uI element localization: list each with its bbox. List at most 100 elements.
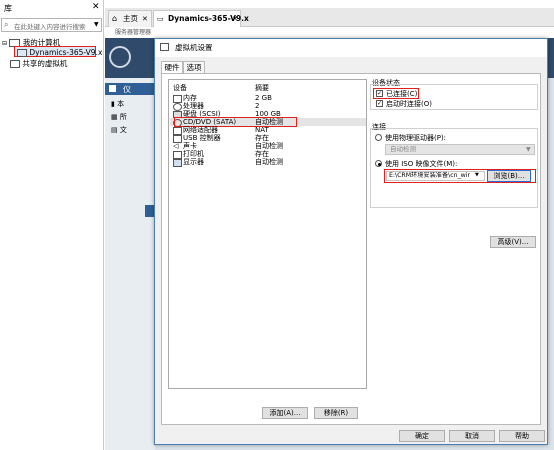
- vm-icon: [17, 49, 27, 57]
- tab-label: 选项: [186, 63, 202, 72]
- device-list: 设备 摘要 内存 2 GB 处理器 2 硬盘 (SCSI) 100 GB CD/…: [168, 79, 367, 389]
- expand-icon[interactable]: ⊟: [2, 40, 7, 47]
- close-icon[interactable]: ✕: [142, 11, 148, 27]
- side-item-active[interactable]: 仪: [105, 83, 155, 95]
- device-row[interactable]: USB 控制器 存在: [170, 134, 366, 143]
- tree-item-shared-vms[interactable]: 共享的虚拟机: [10, 58, 67, 69]
- search-icon: ⌕: [4, 20, 9, 29]
- device-summary: 自动检测: [255, 142, 283, 150]
- device-summary: 存在: [255, 134, 269, 142]
- device-row[interactable]: 打印机 存在: [170, 150, 366, 159]
- dialog-title: 虚拟机设置: [175, 43, 213, 52]
- device-name: 打印机: [183, 150, 204, 158]
- library-header: 库 ✕: [0, 0, 104, 17]
- tree-label: 共享的虚拟机: [22, 59, 68, 68]
- ok-button[interactable]: 确定: [399, 430, 445, 442]
- device-row[interactable]: ◁ 声卡 自动检测: [170, 142, 366, 150]
- column-header-summary: 摘要: [255, 84, 269, 92]
- close-icon[interactable]: ✕: [232, 11, 238, 27]
- library-search-input[interactable]: ⌕ 在此处键入内容进行搜索 ▼: [1, 18, 102, 32]
- cancel-button[interactable]: 取消: [449, 430, 495, 442]
- physical-drive-value: 自动检测: [390, 145, 416, 153]
- home-icon: ⌂: [112, 14, 118, 23]
- device-row[interactable]: 处理器 2: [170, 102, 366, 111]
- iso-image-radio[interactable]: [375, 160, 382, 167]
- library-title: 库: [4, 4, 12, 13]
- tab-label: 硬件: [164, 63, 180, 72]
- vm-banner: 服务器管理器: [105, 28, 554, 38]
- iso-path-input[interactable]: E:\CRM环境安装准备\cn_wir: [386, 171, 485, 181]
- back-arrow-icon[interactable]: [109, 46, 131, 68]
- chevron-down-icon: ▼: [526, 146, 531, 153]
- side-item[interactable]: ▤ 文: [111, 125, 127, 135]
- chevron-down-icon[interactable]: ▼: [475, 172, 479, 178]
- device-name: 显示器: [183, 158, 204, 166]
- search-placeholder: 在此处键入内容进行搜索: [14, 23, 86, 31]
- device-summary: 2: [255, 102, 260, 110]
- hardware-panel: 设备 摘要 内存 2 GB 处理器 2 硬盘 (SCSI) 100 GB CD/…: [161, 73, 541, 425]
- vm-settings-dialog: 虚拟机设置 硬件 选项 设备 摘要 内存 2 GB 处理器 2 硬盘 (SCSI…: [154, 38, 548, 445]
- button-label: 浏览(B)...: [493, 172, 525, 180]
- button-label: 确定: [415, 432, 429, 440]
- side-item-label: 所: [119, 113, 127, 121]
- button-label: 取消: [465, 432, 479, 440]
- device-row[interactable]: 显示器 自动检测: [170, 158, 366, 167]
- connection-group: 使用物理驱动器(P): 自动检测 ▼ 使用 ISO 映像文件(M): E:\CR…: [370, 128, 538, 208]
- dialog-titlebar: 虚拟机设置: [155, 39, 547, 57]
- device-summary: 存在: [255, 150, 269, 158]
- device-status-group: ✓ 已连接(C) ✓ 启动时连接(O): [370, 84, 538, 110]
- device-name: 网络适配器: [183, 126, 218, 134]
- device-summary: 2 GB: [255, 94, 272, 102]
- device-list-header: 设备 摘要: [170, 84, 366, 92]
- add-device-button[interactable]: 添加(A)...: [262, 407, 308, 419]
- device-row[interactable]: 网络适配器 NAT: [170, 126, 366, 135]
- device-summary: NAT: [255, 126, 269, 134]
- side-item[interactable]: ▮ 本: [111, 99, 124, 109]
- tab-home[interactable]: ⌂ 主页 ✕: [108, 10, 152, 27]
- connected-label: 已连接(C): [386, 90, 418, 98]
- device-row[interactable]: 内存 2 GB: [170, 94, 366, 103]
- side-item-label: 文: [119, 126, 127, 134]
- button-label: 高级(V)...: [497, 238, 529, 246]
- shared-vm-icon: [10, 60, 20, 68]
- side-item[interactable]: ▦ 所: [111, 112, 127, 122]
- side-item-label: 本: [117, 100, 125, 108]
- dashboard-icon: [109, 85, 116, 92]
- banner-label: 服务器管理器: [115, 29, 152, 36]
- tab-bar: ⌂ 主页 ✕ ▭ Dynamics-365-V9.x ✕: [105, 8, 554, 27]
- browse-button[interactable]: 浏览(B)...: [487, 170, 531, 182]
- tab-vm[interactable]: ▭ Dynamics-365-V9.x ✕: [153, 10, 249, 27]
- tab-label: 主页: [123, 14, 138, 23]
- remove-device-button[interactable]: 移除(R): [314, 407, 358, 419]
- iso-image-label: 使用 ISO 映像文件(M):: [385, 160, 458, 168]
- device-name: 内存: [183, 94, 197, 102]
- device-name: 处理器: [183, 102, 204, 110]
- vm-icon: ▭: [157, 15, 164, 23]
- library-panel: 库 ✕ ⌕ 在此处键入内容进行搜索 ▼ ⊟ 我的计算机 Dynamics-365…: [0, 0, 104, 450]
- physical-drive-label: 使用物理驱动器(P):: [385, 134, 447, 142]
- connected-checkbox[interactable]: ✓: [376, 90, 383, 97]
- vm-icon: [160, 43, 169, 51]
- iso-path-value: E:\CRM环境安装准备\cn_wir: [389, 172, 470, 179]
- sound-icon: ◁: [173, 142, 179, 150]
- vm-side-menu: 仪 ▮ 本 ▦ 所 ▤ 文: [105, 78, 155, 450]
- tab-options[interactable]: 选项: [183, 61, 205, 73]
- physical-drive-radio[interactable]: [375, 134, 382, 141]
- device-name: 声卡: [183, 142, 197, 150]
- tree-item-vm[interactable]: Dynamics-365-V9.x: [14, 46, 102, 57]
- close-icon[interactable]: ✕: [92, 2, 100, 12]
- tree-label: Dynamics-365-V9.x: [29, 48, 103, 57]
- side-item-label: 仪: [123, 85, 131, 94]
- connect-on-power-checkbox[interactable]: ✓: [376, 100, 383, 107]
- advanced-button[interactable]: 高级(V)...: [490, 236, 536, 248]
- button-label: 帮助: [515, 432, 529, 440]
- column-header-device: 设备: [173, 84, 187, 92]
- chevron-down-icon[interactable]: ▼: [94, 21, 99, 28]
- button-label: 移除(R): [323, 409, 349, 417]
- device-name: USB 控制器: [183, 134, 221, 142]
- physical-drive-select[interactable]: 自动检测 ▼: [385, 144, 535, 155]
- button-label: 添加(A)...: [269, 409, 301, 417]
- device-summary: 自动检测: [255, 158, 283, 166]
- help-button[interactable]: 帮助: [499, 430, 545, 442]
- display-icon: [173, 159, 182, 167]
